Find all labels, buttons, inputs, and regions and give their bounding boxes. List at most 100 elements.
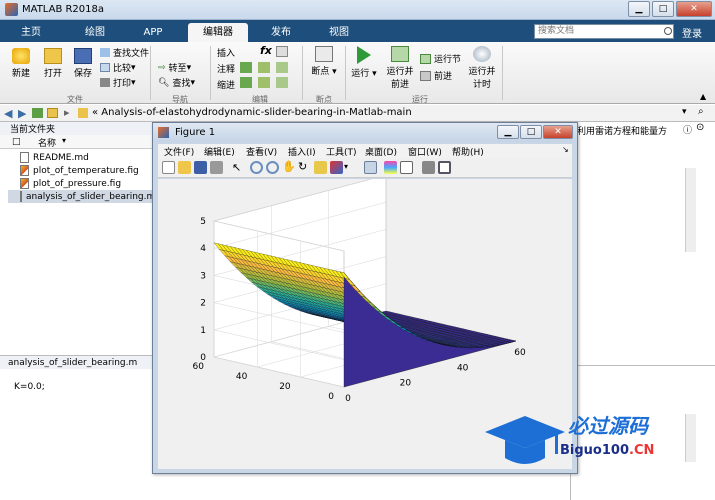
colorbar-icon[interactable] — [384, 161, 397, 174]
fx-button[interactable]: fx — [260, 44, 272, 57]
menu-edit[interactable]: 编辑(E) — [204, 145, 235, 158]
z-tick-label: 2 — [200, 299, 206, 309]
search-docs-input[interactable]: 搜索文档 — [534, 24, 674, 39]
smart-indent-icon[interactable] — [258, 77, 270, 88]
breakpoints-button[interactable]: 断点 ▾ — [308, 46, 340, 77]
find-files-icon — [100, 48, 110, 57]
figure-close-button[interactable]: ✕ — [543, 125, 573, 139]
wrap-comment-icon[interactable] — [276, 62, 288, 73]
search-icon — [664, 27, 672, 35]
menu-help[interactable]: 帮助(H) — [452, 145, 484, 158]
command-scrollbar[interactable] — [685, 414, 696, 462]
tab-publish[interactable]: 发布 — [256, 23, 306, 42]
save-button[interactable]: 保存 — [70, 48, 96, 79]
menu-view[interactable]: 查看(V) — [246, 145, 277, 158]
menu-file[interactable]: 文件(F) — [164, 145, 194, 158]
print-figure-icon[interactable] — [210, 161, 223, 174]
stopwatch-icon — [473, 46, 491, 62]
new-figure-icon[interactable] — [162, 161, 175, 174]
run-and-time-button[interactable]: 运行并 计时 — [467, 46, 497, 90]
list-item[interactable]: plot_of_pressure.fig — [20, 177, 152, 190]
editor-actions-icon[interactable]: ⊙ — [696, 122, 704, 133]
figure-menu-bar: 文件(F) 编辑(E) 查看(V) 插入(I) 工具(T) 桌面(D) 窗口(W… — [158, 144, 572, 158]
sort-icon[interactable]: ▾ — [62, 136, 66, 145]
browse-folder-icon[interactable] — [47, 108, 58, 118]
editor-scrollbar[interactable] — [685, 168, 696, 252]
tab-home[interactable]: 主页 — [6, 23, 56, 42]
compare-button[interactable]: 比较 ▾ — [100, 61, 136, 74]
name-column-header[interactable]: 名称 — [38, 136, 56, 149]
group-run-label: 运行 — [412, 95, 428, 104]
decrease-indent-icon[interactable] — [276, 77, 288, 88]
ribbon-separator — [210, 46, 211, 100]
path-search-icon[interactable]: ⌕ — [698, 106, 704, 117]
insert-icon[interactable] — [276, 46, 288, 57]
menu-tools[interactable]: 工具(T) — [326, 145, 357, 158]
legend-icon[interactable] — [400, 161, 413, 174]
collapse-ribbon-icon[interactable]: ▲ — [700, 92, 706, 101]
print-button[interactable]: 打印 ▾ — [100, 76, 136, 89]
run-button[interactable]: 运行 ▾ — [350, 46, 378, 79]
zoom-in-icon[interactable] — [250, 161, 263, 174]
figure-minimize-button[interactable]: ▁ — [497, 125, 519, 139]
minimize-button[interactable]: ▁ — [628, 1, 650, 17]
indent-button[interactable]: 缩进 — [217, 78, 235, 91]
list-item[interactable]: plot_of_temperature.fig — [20, 164, 152, 177]
zoom-out-icon[interactable] — [266, 161, 279, 174]
brush-dropdown-icon[interactable]: ▾ — [344, 162, 348, 171]
new-button[interactable]: 新建 — [8, 48, 34, 79]
tab-view[interactable]: 视图 — [314, 23, 364, 42]
uncomment-icon[interactable] — [258, 62, 270, 73]
open-button[interactable]: 打开 — [40, 48, 66, 79]
up-folder-icon[interactable] — [32, 108, 43, 118]
menu-dock-icon[interactable]: ↘ — [562, 145, 569, 154]
insert-button[interactable]: 插入 — [217, 46, 235, 59]
show-plot-tools-icon[interactable] — [438, 161, 451, 174]
z-tick-label: 5 — [200, 217, 206, 227]
data-cursor-icon[interactable] — [314, 161, 327, 174]
group-edit-label: 编辑 — [252, 95, 268, 104]
list-item[interactable]: README.md — [20, 151, 152, 164]
menu-insert[interactable]: 插入(I) — [288, 145, 316, 158]
brush-icon[interactable] — [330, 161, 343, 174]
forward-icon[interactable]: ▶ — [18, 107, 26, 120]
indent-icon[interactable] — [240, 77, 252, 88]
find-button[interactable]: 🔍︎ 查找 ▾ — [158, 76, 195, 90]
advance-button[interactable]: 前进 — [420, 69, 452, 82]
find-files-button[interactable]: 查找文件 — [100, 46, 149, 59]
pointer-icon[interactable]: ↖ — [232, 161, 241, 174]
group-breakpoints-label: 断点 — [316, 95, 332, 104]
z-tick-label: 4 — [200, 244, 206, 254]
menu-window[interactable]: 窗口(W) — [408, 145, 442, 158]
comment-button[interactable]: 注释 — [217, 62, 235, 75]
login-link[interactable]: 登录 — [682, 25, 702, 40]
hide-plot-tools-icon[interactable] — [422, 161, 435, 174]
tab-apps[interactable]: APP — [128, 23, 178, 42]
rotate-icon[interactable]: ↻ — [298, 160, 307, 173]
tab-editor[interactable]: 编辑器 — [188, 23, 248, 42]
back-icon[interactable]: ◀ — [4, 107, 12, 120]
run-section-icon — [420, 53, 431, 64]
path-dropdown-icon[interactable]: ▾ — [682, 107, 687, 117]
save-figure-icon[interactable] — [194, 161, 207, 174]
figure-maximize-button[interactable]: □ — [520, 125, 542, 139]
close-button[interactable]: ✕ — [676, 1, 712, 17]
run-section-button[interactable]: 运行节 — [420, 52, 461, 65]
link-plot-icon[interactable] — [364, 161, 377, 174]
current-path[interactable]: « Analysis-of-elastohydrodynamic-slider-… — [92, 107, 412, 118]
menu-desktop[interactable]: 桌面(D) — [365, 145, 397, 158]
open-file-icon[interactable] — [178, 161, 191, 174]
pan-icon[interactable]: ✋ — [282, 160, 296, 173]
goto-button[interactable]: ⇨ 转至 ▾ — [158, 61, 191, 75]
editor-help-icon[interactable]: ⓘ — [683, 123, 692, 136]
window-title: MATLAB R2018a — [22, 4, 105, 15]
maximize-button[interactable]: □ — [652, 1, 674, 17]
find-icon: 🔍︎ — [158, 77, 170, 88]
title-bar: MATLAB R2018a ▁ □ ✕ — [0, 0, 715, 20]
comment-icon[interactable] — [240, 62, 252, 73]
print-icon — [100, 78, 110, 87]
tab-plots[interactable]: 绘图 — [70, 23, 120, 42]
details-panel-title[interactable]: analysis_of_slider_bearing.m — [0, 355, 152, 369]
list-item-selected[interactable]: analysis_of_slider_bearing.m — [8, 190, 155, 203]
run-advance-button[interactable]: 运行并 前进 — [385, 46, 415, 90]
